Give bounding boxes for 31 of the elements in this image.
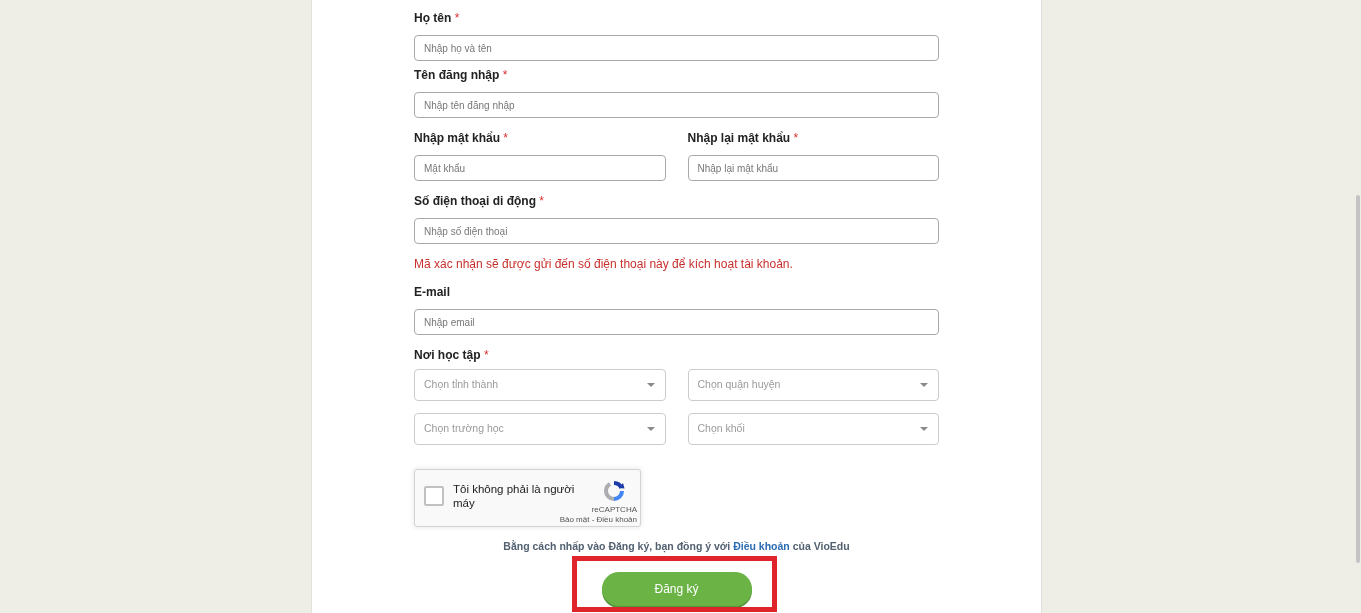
dropdown-select[interactable]: Chọn khối <box>687 413 939 445</box>
text-field[interactable]: Nhập email <box>414 309 939 335</box>
field-label: Số điện thoại di động * <box>414 193 544 209</box>
field-label: Họ tên * <box>414 10 460 26</box>
field-label: Tên đăng nhập * <box>414 67 508 83</box>
scrollbar-thumb[interactable] <box>1356 195 1360 563</box>
field-label: Nơi học tập * <box>414 347 489 363</box>
text-field[interactable]: Nhập lại mật khẩu <box>687 155 939 181</box>
captcha-footer-text: Bảo mật - Điều khoản <box>559 515 637 525</box>
caret-down-icon <box>920 427 928 431</box>
terms-text: Bằng cách nhấp vào Đăng ký, bạn đồng ý với Điều khoản của VioEdu <box>503 539 850 553</box>
text-field[interactable]: Nhập tên đăng nhập <box>414 92 939 118</box>
dropdown-select[interactable]: Chọn trường học <box>414 413 666 445</box>
dropdown-select[interactable]: Chọn quận huyện <box>687 369 939 401</box>
captcha-brand-text: reCAPTCHA <box>591 504 637 514</box>
field-label: E-mail <box>414 284 450 300</box>
field-label: Nhập lại mật khẩu * <box>687 130 799 146</box>
text-field[interactable]: Mật khẩu <box>414 155 666 181</box>
dropdown-select[interactable]: Chọn tỉnh thành <box>414 369 666 401</box>
captcha-checkbox[interactable] <box>424 486 444 506</box>
terms-link[interactable]: Điều khoản <box>733 540 790 552</box>
caret-down-icon <box>646 427 655 431</box>
circular-arrows-icon <box>602 478 627 503</box>
caret-down-icon <box>920 383 928 387</box>
register-button[interactable]: Đăng ký <box>601 572 752 606</box>
captcha-label: Tôi không phải là người máy <box>453 482 576 510</box>
field-label: Nhập mật khẩu * <box>414 130 509 146</box>
text-field[interactable]: Nhập số điện thoại <box>414 218 939 244</box>
verification-note: Mã xác nhận sẽ được gửi đến số điện thoại này để kích hoạt tài khoản. <box>414 256 793 272</box>
text-field[interactable]: Nhập họ và tên <box>414 35 939 61</box>
caret-down-icon <box>646 383 655 387</box>
